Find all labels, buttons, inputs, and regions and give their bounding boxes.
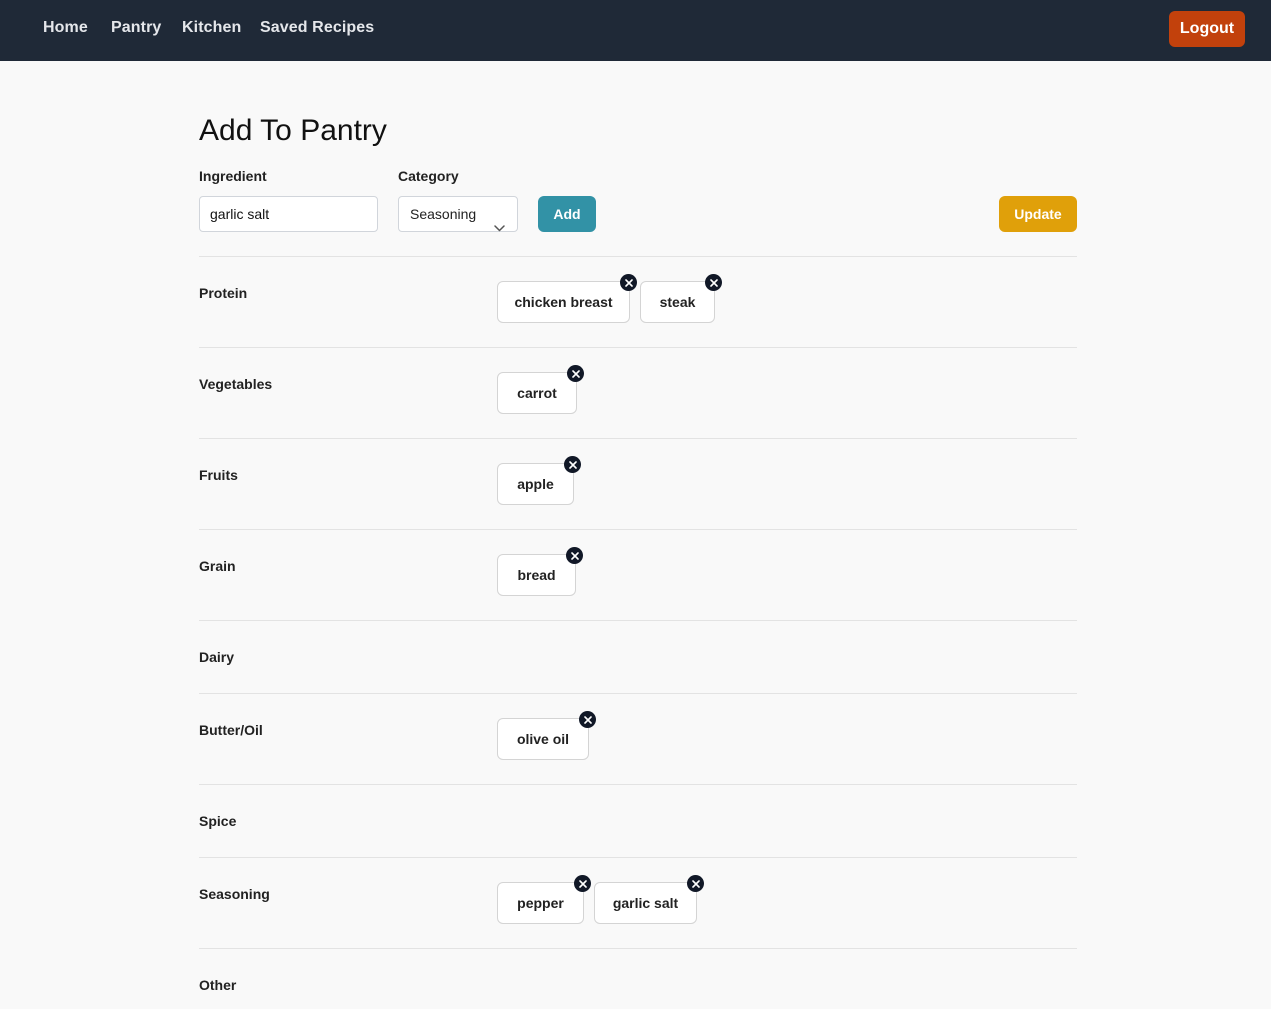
category-name: Grain: [199, 558, 236, 574]
ingredient-chip: bread: [497, 547, 583, 596]
category-label: Category: [398, 168, 459, 184]
divider: [199, 857, 1077, 858]
category-name: Dairy: [199, 649, 235, 665]
chip-label: steak: [659, 294, 696, 310]
close-icon[interactable]: [579, 711, 596, 728]
close-icon[interactable]: [687, 875, 704, 892]
chip-label: bread: [517, 567, 556, 583]
ingredient-chip: apple: [497, 456, 581, 505]
close-icon[interactable]: [566, 547, 583, 564]
divider: [199, 948, 1077, 949]
category-select[interactable]: Seasoning: [398, 196, 518, 232]
nav-kitchen-link[interactable]: Kitchen: [182, 19, 241, 37]
chip-label: apple: [517, 476, 554, 492]
ingredient-chip: carrot: [497, 365, 584, 414]
divider: [199, 438, 1077, 439]
close-icon[interactable]: [620, 274, 637, 291]
ingredient-label: Ingredient: [199, 168, 267, 184]
category-select-value: Seasoning: [410, 206, 477, 222]
ingredient-chip: steak: [640, 274, 722, 323]
chip-label: pepper: [517, 895, 564, 911]
ingredient-chip: chicken breast: [497, 274, 637, 323]
category-name: Protein: [199, 285, 248, 301]
chip-label: carrot: [517, 385, 557, 401]
category-name: Fruits: [199, 467, 238, 483]
category-name: Butter/Oil: [199, 722, 263, 738]
page-title: Add To Pantry: [199, 114, 387, 147]
divider: [199, 256, 1077, 257]
divider: [199, 529, 1077, 530]
divider: [199, 784, 1077, 785]
chip-label: garlic salt: [612, 895, 679, 911]
divider: [199, 693, 1077, 694]
nav-home-link[interactable]: Home: [43, 19, 88, 37]
category-name: Vegetables: [199, 376, 273, 392]
close-icon[interactable]: [705, 274, 722, 291]
ingredient-input[interactable]: [199, 196, 378, 232]
divider: [199, 620, 1077, 621]
ingredient-chip: pepper: [497, 875, 591, 924]
category-name: Spice: [199, 813, 237, 829]
close-icon[interactable]: [564, 456, 581, 473]
ingredient-chip: olive oil: [497, 711, 596, 760]
category-name: Other: [199, 977, 237, 993]
divider: [199, 347, 1077, 348]
chip-label: olive oil: [516, 731, 570, 747]
close-icon[interactable]: [574, 875, 591, 892]
nav-saved-recipes-link[interactable]: Saved Recipes: [260, 19, 374, 37]
chip-label: chicken breast: [514, 294, 613, 310]
add-button[interactable]: Add: [538, 196, 596, 232]
logout-button[interactable]: Logout: [1169, 11, 1245, 47]
nav-pantry-link[interactable]: Pantry: [111, 19, 161, 37]
update-button[interactable]: Update: [999, 196, 1077, 232]
top-navbar: Home Pantry Kitchen Saved Recipes Logout: [0, 0, 1271, 61]
category-name: Seasoning: [199, 886, 270, 902]
chevron-down-icon: [494, 210, 505, 244]
close-icon[interactable]: [567, 365, 584, 382]
ingredient-chip: garlic salt: [594, 875, 704, 924]
